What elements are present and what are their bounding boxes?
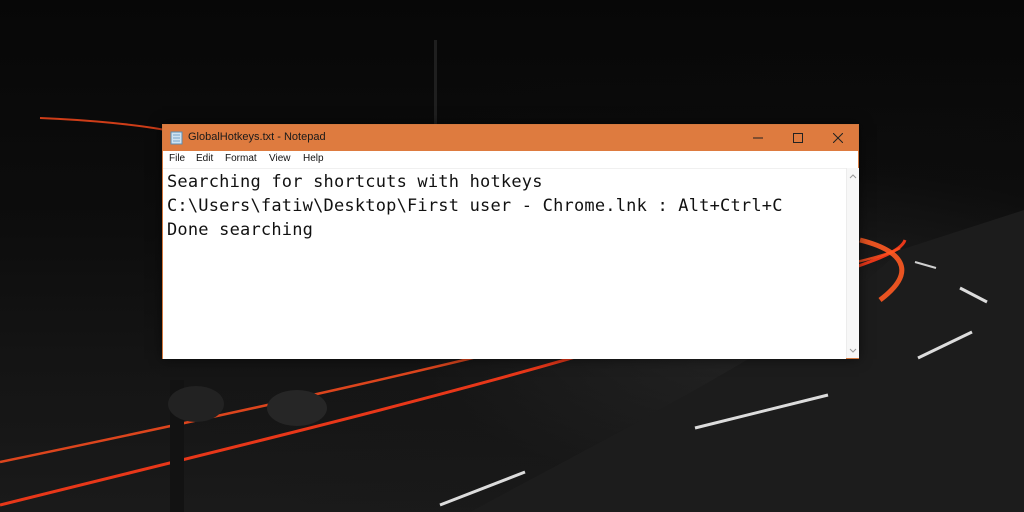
minimize-button[interactable] bbox=[738, 125, 778, 151]
menu-format[interactable]: Format bbox=[225, 153, 257, 164]
text-line: Searching for shortcuts with hotkeys bbox=[167, 172, 543, 192]
scroll-up-arrow-icon[interactable] bbox=[849, 173, 857, 179]
menu-help[interactable]: Help bbox=[303, 153, 324, 164]
text-line: Done searching bbox=[167, 220, 314, 240]
maximize-icon bbox=[793, 133, 803, 143]
menu-edit[interactable]: Edit bbox=[196, 153, 213, 164]
text-line: C:\Users\fatiw\Desktop\First user - Chro… bbox=[167, 196, 783, 216]
maximize-button[interactable] bbox=[778, 125, 818, 151]
menu-view[interactable]: View bbox=[269, 153, 291, 164]
close-icon bbox=[833, 133, 843, 143]
text-editor-area[interactable]: Searching for shortcuts with hotkeys C:\… bbox=[163, 168, 846, 359]
notepad-icon bbox=[170, 131, 183, 145]
close-button[interactable] bbox=[818, 125, 858, 151]
window-title: GlobalHotkeys.txt - Notepad bbox=[188, 131, 326, 143]
menu-file[interactable]: File bbox=[169, 153, 185, 164]
scroll-down-arrow-icon[interactable] bbox=[849, 348, 857, 354]
menu-bar: File Edit Format View Help bbox=[163, 151, 858, 168]
vertical-scrollbar[interactable] bbox=[846, 168, 859, 358]
notepad-window: GlobalHotkeys.txt - Notepad File Edit Fo… bbox=[162, 124, 859, 359]
title-bar[interactable]: GlobalHotkeys.txt - Notepad bbox=[163, 125, 858, 151]
minimize-icon bbox=[753, 137, 763, 139]
